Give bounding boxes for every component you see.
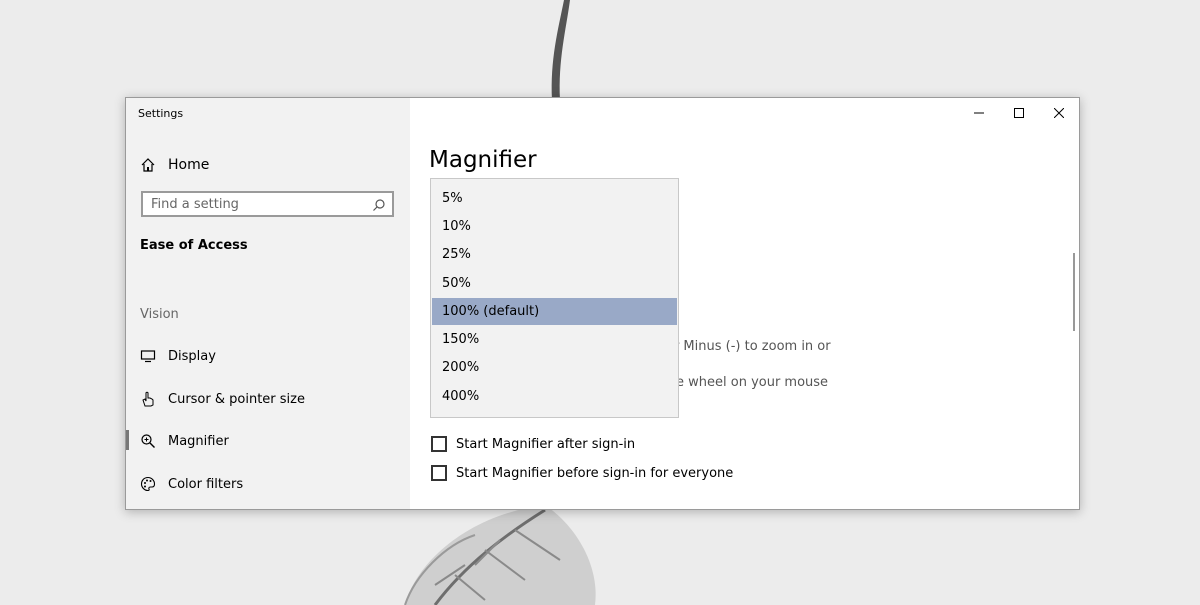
palette-icon xyxy=(140,476,156,492)
sidebar-item-color-filters[interactable]: Color filters xyxy=(140,472,243,496)
search-box[interactable] xyxy=(141,191,394,217)
minimize-button[interactable] xyxy=(959,98,999,128)
checkbox-label: Start Magnifier after sign-in xyxy=(456,436,636,452)
sidebar: Settings Home Ease of Access Vision xyxy=(126,98,410,509)
zoom-hint-text: or Minus (-) to zoom in or xyxy=(666,339,831,354)
dropdown-option[interactable]: 50% xyxy=(432,270,677,297)
monitor-icon xyxy=(140,348,156,364)
sidebar-item-magnifier[interactable]: Magnifier xyxy=(140,429,229,453)
selected-indicator xyxy=(126,430,129,450)
sidebar-item-cursor-pointer-size[interactable]: Cursor & pointer size xyxy=(140,387,305,411)
sidebar-item-label: Display xyxy=(168,348,216,364)
nav-home[interactable]: Home xyxy=(140,153,209,177)
checkbox-label: Start Magnifier before sign-in for every… xyxy=(456,465,734,481)
sidebar-item-label: Magnifier xyxy=(168,433,229,449)
scrollbar-thumb[interactable] xyxy=(1073,253,1075,331)
window-controls xyxy=(959,98,1079,128)
minimize-icon xyxy=(974,112,984,114)
close-icon xyxy=(1054,108,1064,118)
dropdown-option[interactable]: 150% xyxy=(432,326,677,353)
dropdown-option[interactable]: 200% xyxy=(432,354,677,381)
dropdown-option[interactable]: 400% xyxy=(432,383,677,410)
section-title: Ease of Access xyxy=(140,238,248,253)
dropdown-option[interactable]: 5% xyxy=(432,185,677,212)
dropdown-option-selected[interactable]: 100% (default) xyxy=(432,298,677,325)
pointer-hand-icon xyxy=(140,391,156,407)
checkbox-start-before-signin[interactable]: Start Magnifier before sign-in for every… xyxy=(431,463,733,483)
home-icon xyxy=(141,158,155,172)
close-button[interactable] xyxy=(1039,98,1079,128)
sidebar-item-display[interactable]: Display xyxy=(140,344,216,368)
maximize-button[interactable] xyxy=(999,98,1039,128)
group-title-vision: Vision xyxy=(140,307,179,322)
checkbox-box[interactable] xyxy=(431,465,447,481)
checkbox-start-after-signin[interactable]: Start Magnifier after sign-in xyxy=(431,434,635,454)
page-title: Magnifier xyxy=(429,147,537,173)
checkbox-box[interactable] xyxy=(431,436,447,452)
leaf-image xyxy=(404,505,596,605)
zoom-increment-dropdown[interactable]: 5% 10% 25% 50% 100% (default) 150% 200% … xyxy=(430,178,679,418)
search-icon xyxy=(372,197,386,216)
window-title: Settings xyxy=(138,107,184,120)
search-input[interactable] xyxy=(143,193,371,215)
sidebar-item-label: Cursor & pointer size xyxy=(168,391,305,407)
nav-home-label: Home xyxy=(168,157,210,173)
mouse-wheel-hint-text: e wheel on your mouse xyxy=(676,375,829,390)
dropdown-option[interactable]: 25% xyxy=(432,241,677,268)
magnifier-icon xyxy=(140,433,156,449)
leaf-stem-image xyxy=(551,0,570,100)
maximize-icon xyxy=(1014,108,1024,118)
sidebar-item-label: Color filters xyxy=(168,476,244,492)
dropdown-option[interactable]: 10% xyxy=(432,213,677,240)
